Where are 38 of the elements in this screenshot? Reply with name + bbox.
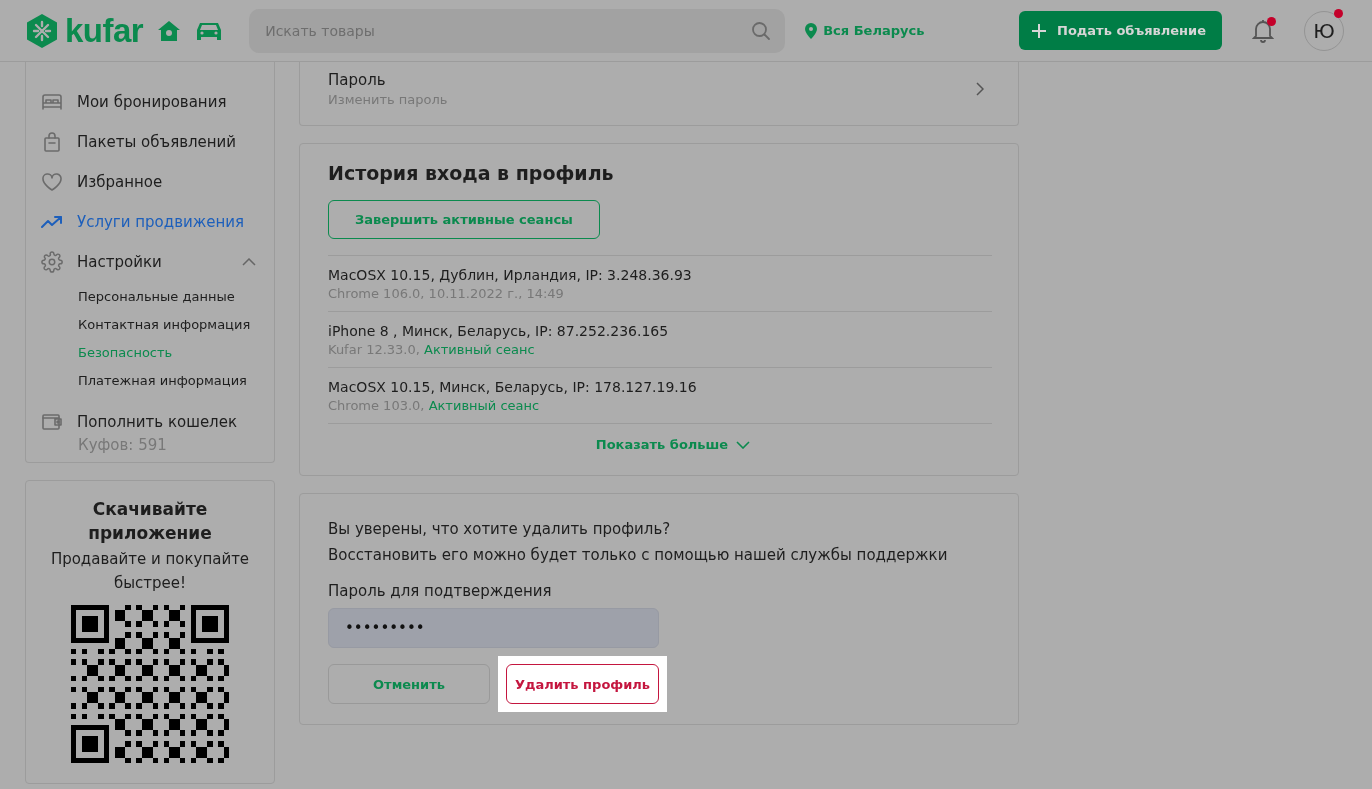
bed-icon xyxy=(41,93,63,111)
avatar-letter: Ю xyxy=(1313,18,1335,43)
logo-icon xyxy=(25,12,59,49)
house-icon[interactable] xyxy=(157,19,182,42)
session-status: Активный сеанс xyxy=(424,342,535,357)
promo-title: Скачивайте приложение xyxy=(87,498,213,545)
search-icon[interactable] xyxy=(751,20,772,41)
promo-text: Продавайте и покупайте быстрее! xyxy=(50,549,250,594)
trend-up-icon xyxy=(41,215,63,229)
session-status: Активный сеанс xyxy=(428,398,540,413)
password-label: Пароль для подтверждения xyxy=(328,582,553,600)
chevron-icon[interactable] xyxy=(242,258,256,266)
sidebar-subitem[interactable]: Платежная информация xyxy=(41,366,274,394)
session-device: MacOSX 10.15, Дублин, Ирландия, IP: 3.248.36.93 xyxy=(328,266,693,285)
sidebar-item[interactable]: Мои бронирования xyxy=(41,82,274,122)
delete-profile-button[interactable]: Удалить профиль xyxy=(506,664,659,704)
sidebar-subitem[interactable]: Персональные данные xyxy=(41,282,274,310)
post-ad-button[interactable]: Подать объявление xyxy=(1019,11,1222,50)
password-input[interactable]: ••••••••• xyxy=(328,608,659,648)
plus-icon xyxy=(1031,22,1048,39)
delete-question: Вы уверены, что хотите удалить профиль? xyxy=(328,519,672,540)
password-title: Пароль xyxy=(328,71,387,89)
chevron-down-icon xyxy=(736,440,751,449)
section-title: История входа в профиль xyxy=(328,162,615,184)
session-device: iPhone 8 , Минск, Беларусь, IP: 87.252.236.165 xyxy=(328,322,670,341)
sidebar-item[interactable]: Избранное xyxy=(41,162,274,202)
delete-note: Восстановить его можно будет только с помощью нашей службы поддержки xyxy=(328,545,949,566)
sidebar-item[interactable]: Пакеты объявлений xyxy=(41,122,274,162)
chevron-right-icon xyxy=(976,82,984,96)
heart-icon xyxy=(41,172,63,192)
bag-icon xyxy=(41,132,63,152)
session-device: MacOSX 10.15, Минск, Беларусь, IP: 178.127.19.16 xyxy=(328,378,698,397)
wallet-icon xyxy=(41,413,63,431)
settings-icon xyxy=(41,251,63,273)
bell-icon[interactable] xyxy=(1252,18,1274,43)
sidebar-item[interactable]: Настройки xyxy=(41,242,274,282)
map-pin-icon xyxy=(805,22,818,39)
sidebar-subitem[interactable]: Контактная информация xyxy=(41,310,274,338)
